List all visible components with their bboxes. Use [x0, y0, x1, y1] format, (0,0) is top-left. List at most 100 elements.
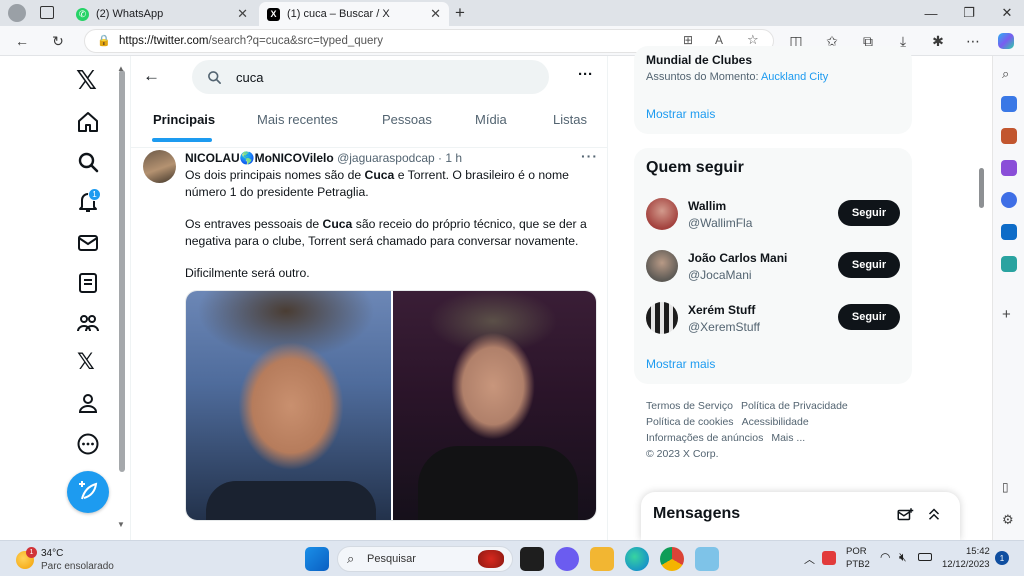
author-handle[interactable]: @jaguaraspodcap [337, 151, 435, 165]
volume-muted-icon[interactable]: 🔇︎ [899, 550, 907, 565]
edge-icon[interactable] [625, 547, 649, 571]
file-explorer-icon[interactable] [590, 547, 614, 571]
follow-suggestion[interactable]: João Carlos Mani @JocaMani Seguir [634, 246, 912, 290]
suggestion-name[interactable]: Wallim [688, 199, 726, 213]
new-tab-button[interactable]: + [455, 3, 465, 23]
more-icon[interactable] [76, 432, 100, 456]
notepad-icon[interactable] [695, 547, 719, 571]
footer-link[interactable]: Informações de anúncios [646, 432, 763, 444]
tab-principais[interactable]: Principais [153, 112, 215, 127]
hide-sidebar-icon[interactable]: ▯ [1002, 480, 1009, 494]
close-tab-icon[interactable]: ✕ [430, 6, 441, 22]
follow-button[interactable]: Seguir [838, 200, 900, 226]
new-message-icon[interactable] [896, 506, 914, 524]
task-view-icon[interactable] [520, 547, 544, 571]
compose-post-button[interactable] [67, 471, 109, 513]
footer-link[interactable]: Acessibilidade [742, 416, 809, 428]
follow-suggestion[interactable]: Wallim @WallimFla Seguir [634, 194, 912, 238]
back-arrow-icon[interactable]: ← [12, 31, 32, 51]
footer-link[interactable]: Mais ... [771, 432, 805, 444]
extensions-icon[interactable]: ✱ [928, 31, 948, 51]
input-language[interactable]: POR [846, 546, 867, 557]
follow-suggestion[interactable]: Xerém Stuff @XeremStuff Seguir [634, 298, 912, 342]
close-tab-icon[interactable]: ✕ [237, 6, 248, 22]
chat-icon[interactable] [555, 547, 579, 571]
search-input[interactable]: cuca [192, 60, 549, 94]
trend-title[interactable]: Mundial de Clubes [646, 53, 752, 67]
explore-icon[interactable] [76, 150, 100, 174]
sidebar-scroll-thumb[interactable] [979, 168, 984, 208]
scroll-down-arrow-icon[interactable]: ▼ [117, 520, 125, 529]
tweet-media[interactable] [185, 290, 597, 521]
avatar[interactable] [143, 150, 176, 183]
footer-link[interactable]: Política de cookies [646, 416, 734, 428]
close-window-button[interactable]: ✕ [990, 0, 1024, 26]
start-windows-icon[interactable] [305, 547, 329, 571]
lock-icon[interactable]: 🔒 [97, 34, 111, 47]
profile-icon[interactable] [8, 4, 26, 22]
minimize-button[interactable]: — [914, 0, 948, 26]
keyboard-layout[interactable]: PTB2 [846, 559, 870, 570]
suggestion-handle[interactable]: @WallimFla [688, 216, 752, 230]
games-icon[interactable] [1001, 160, 1017, 176]
page-scrollbar[interactable] [119, 70, 125, 472]
microsoft-365-icon[interactable] [1001, 192, 1017, 208]
tab-x-search[interactable]: X (1) cuca – Buscar / X ✕ [259, 2, 449, 26]
chrome-icon[interactable] [660, 547, 684, 571]
shopping-icon[interactable] [1001, 96, 1017, 112]
trend-link[interactable]: Auckland City [761, 71, 828, 83]
app-available-icon[interactable]: ⊞ [683, 33, 693, 47]
maximize-button[interactable]: ❐ [952, 0, 986, 26]
x-logo-icon[interactable]: 𝕏 [76, 66, 97, 96]
footer-link[interactable]: Termos de Serviço [646, 400, 733, 412]
add-icon[interactable]: + [1002, 306, 1011, 323]
suggestion-name[interactable]: Xerém Stuff [688, 303, 755, 317]
communities-icon[interactable] [76, 311, 100, 335]
clock-date[interactable]: 12/12/2023 [942, 559, 990, 570]
battery-icon[interactable] [918, 553, 932, 561]
tweet-more-icon[interactable]: ··· [581, 148, 598, 164]
tab-pessoas[interactable]: Pessoas [382, 112, 432, 127]
lists-icon[interactable] [76, 271, 100, 295]
read-aloud-icon[interactable]: A [715, 33, 723, 47]
tweet-time[interactable]: 1 h [445, 151, 462, 165]
suggestion-handle[interactable]: @XeremStuff [688, 320, 760, 334]
customize-icon[interactable]: ⚙ [1002, 512, 1014, 528]
tweet-photo-2[interactable] [393, 291, 596, 520]
show-hidden-icons-chevron-icon[interactable]: ︿ [804, 551, 815, 567]
messages-drawer[interactable]: Mensagens [641, 492, 960, 540]
author-name[interactable]: NICOLAU🌎MoNICOVilelo [185, 151, 334, 165]
tab-whatsapp[interactable]: ✆ (2) WhatsApp ✕ [68, 2, 256, 26]
avatar[interactable] [646, 302, 678, 334]
trends-show-more-link[interactable]: Mostrar mais [646, 107, 715, 121]
clock-time[interactable]: 15:42 [966, 546, 990, 557]
search-options-icon[interactable]: ··· [578, 66, 593, 83]
tab-midia[interactable]: Mídia [475, 112, 507, 127]
suggestion-handle[interactable]: @JocaMani [688, 268, 752, 282]
wifi-icon[interactable]: ◠ [880, 550, 890, 564]
suggestion-name[interactable]: João Carlos Mani [688, 251, 787, 265]
settings-more-icon[interactable]: ⋯ [963, 31, 983, 51]
weather-widget[interactable]: 1 34°C Parc ensolarado [12, 545, 122, 573]
tweet-photo-1[interactable] [186, 291, 391, 520]
profile-icon[interactable] [76, 391, 100, 415]
back-arrow-icon[interactable]: ← [143, 66, 160, 86]
tray-app-icon[interactable] [822, 551, 836, 565]
copilot-icon[interactable] [996, 31, 1016, 51]
avatar[interactable] [646, 198, 678, 230]
expand-chevron-icon[interactable] [925, 505, 943, 523]
footer-link[interactable]: Política de Privacidade [741, 400, 848, 412]
home-icon[interactable] [76, 110, 100, 134]
tab-mais-recentes[interactable]: Mais recentes [257, 112, 338, 127]
scroll-up-arrow-icon[interactable]: ▲ [117, 64, 125, 73]
search-icon[interactable]: ⌕ [1002, 66, 1009, 82]
tab-actions-icon[interactable] [40, 6, 54, 19]
reload-icon[interactable]: ↻ [48, 31, 68, 51]
who-to-follow-show-more-link[interactable]: Mostrar mais [646, 357, 715, 371]
drop-icon[interactable] [1001, 256, 1017, 272]
tools-icon[interactable] [1001, 128, 1017, 144]
messages-icon[interactable] [76, 231, 100, 255]
taskbar-search[interactable]: ⌕ Pesquisar [337, 546, 513, 572]
premium-icon[interactable]: 𝕏 [77, 350, 95, 375]
follow-button[interactable]: Seguir [838, 304, 900, 330]
